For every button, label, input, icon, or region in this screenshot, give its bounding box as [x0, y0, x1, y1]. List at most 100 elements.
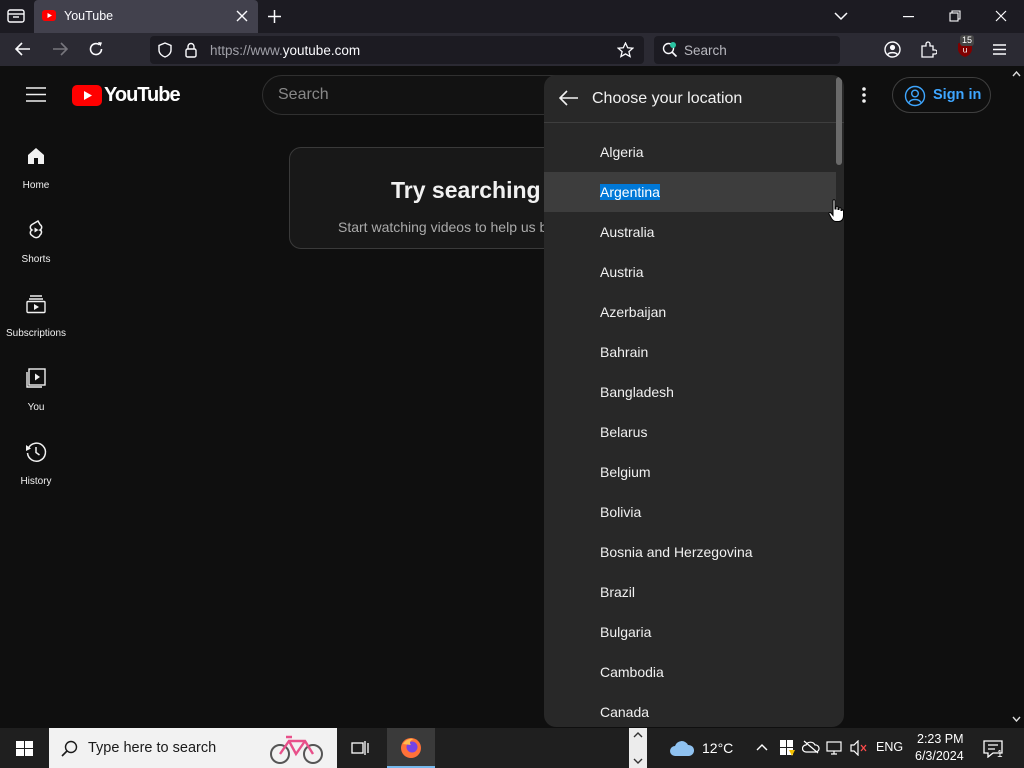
- weather-temperature[interactable]: 12°C: [702, 740, 733, 756]
- youtube-logo[interactable]: YouTube: [72, 84, 181, 108]
- more-options-icon[interactable]: [862, 86, 866, 104]
- notification-count: 1: [997, 749, 1003, 760]
- task-view-icon[interactable]: [351, 740, 369, 756]
- tab-youtube[interactable]: YouTube: [34, 0, 258, 33]
- taskbar-search-box[interactable]: Type here to search: [49, 728, 337, 768]
- user-circle-icon: [904, 85, 926, 107]
- menu-scrollbar-thumb[interactable]: [836, 77, 842, 165]
- sidebar-label-history: History: [20, 476, 52, 487]
- location-item-canada[interactable]: Canada: [544, 692, 836, 727]
- search-engine-icon: [662, 42, 678, 58]
- close-window-icon[interactable]: [995, 10, 1007, 22]
- list-tabs-chevron-icon[interactable]: [834, 11, 848, 21]
- taskbar-scroll-control[interactable]: [629, 728, 647, 768]
- home-icon: [24, 144, 48, 168]
- page-scrollbar[interactable]: [1008, 66, 1024, 728]
- location-item-austria[interactable]: Austria: [544, 252, 836, 292]
- location-item-bosnia-and-herzegovina[interactable]: Bosnia and Herzegovina: [544, 532, 836, 572]
- cloud-offline-icon[interactable]: [802, 740, 820, 754]
- reload-icon[interactable]: [88, 41, 104, 57]
- close-tab-icon[interactable]: [236, 10, 248, 22]
- selected-location-text: Argentina: [600, 184, 660, 200]
- sidebar-item-you[interactable]: You: [0, 366, 72, 440]
- location-item-bulgaria[interactable]: Bulgaria: [544, 612, 836, 652]
- language-indicator[interactable]: ENG: [876, 740, 903, 754]
- scroll-up-arrow-icon[interactable]: [1012, 71, 1021, 77]
- browser-tab-bar: YouTube: [0, 0, 1024, 33]
- taskbar-time[interactable]: 2:23 PM: [917, 732, 964, 746]
- sign-in-button[interactable]: Sign in: [892, 77, 991, 113]
- taskbar-date[interactable]: 6/3/2024: [915, 749, 964, 763]
- scroll-down-arrow-icon[interactable]: [1012, 716, 1021, 722]
- forward-arrow-icon[interactable]: [52, 42, 68, 56]
- volume-muted-icon[interactable]: [850, 740, 868, 756]
- firefox-icon: [399, 736, 423, 760]
- location-item-bangladesh[interactable]: Bangladesh: [544, 372, 836, 412]
- sidebar-item-history[interactable]: History: [0, 440, 72, 514]
- taskbar-search-placeholder: Type here to search: [88, 740, 217, 756]
- menu-header: Choose your location: [544, 75, 844, 123]
- app-menu-icon[interactable]: [992, 43, 1007, 56]
- subscriptions-icon: [24, 292, 48, 316]
- back-arrow-icon[interactable]: [15, 42, 31, 56]
- you-icon: [24, 366, 48, 390]
- back-arrow-icon[interactable]: [559, 90, 579, 106]
- url-scheme: https://www.: [210, 43, 283, 58]
- extensions-puzzle-icon[interactable]: [920, 41, 937, 58]
- location-item-australia[interactable]: Australia: [544, 212, 836, 252]
- browser-search-placeholder: Search: [684, 43, 727, 58]
- location-list: Algeria Argentina Australia Austria Azer…: [544, 132, 836, 727]
- hand-cursor-icon: [828, 199, 844, 223]
- windows-security-icon[interactable]: [779, 739, 795, 757]
- url-host: youtube.com: [282, 43, 361, 58]
- location-item-belgium[interactable]: Belgium: [544, 452, 836, 492]
- location-item-bolivia[interactable]: Bolivia: [544, 492, 836, 532]
- location-item-bahrain[interactable]: Bahrain: [544, 332, 836, 372]
- sign-in-label: Sign in: [933, 87, 982, 103]
- youtube-logo-text: YouTube: [104, 84, 181, 106]
- location-item-algeria[interactable]: Algeria: [544, 132, 836, 172]
- windows-start-icon[interactable]: [16, 741, 33, 756]
- browser-search-bar[interactable]: Search: [654, 36, 840, 64]
- sidebar-label-home: Home: [22, 180, 50, 191]
- location-item-azerbaijan[interactable]: Azerbaijan: [544, 292, 836, 332]
- url-bar[interactable]: https://www.youtube.com: [150, 36, 644, 64]
- youtube-page: YouTube Search Home Shorts Subscriptions…: [0, 66, 1008, 728]
- sidebar-label-shorts: Shorts: [21, 254, 51, 265]
- sidebar-item-subscriptions[interactable]: Subscriptions: [0, 292, 72, 366]
- tab-title: YouTube: [64, 9, 114, 23]
- history-icon: [24, 440, 48, 464]
- weather-cloud-icon[interactable]: [669, 738, 695, 758]
- network-icon[interactable]: [826, 740, 844, 756]
- location-item-cambodia[interactable]: Cambodia: [544, 652, 836, 692]
- minimize-icon[interactable]: [903, 16, 914, 18]
- bookmark-star-icon[interactable]: [617, 42, 634, 58]
- youtube-search-input[interactable]: Search: [262, 75, 562, 115]
- lock-icon[interactable]: [185, 42, 197, 58]
- account-icon[interactable]: [884, 41, 901, 58]
- sidebar-item-shorts[interactable]: Shorts: [0, 218, 72, 292]
- show-hidden-icons-chevron-icon[interactable]: [756, 743, 768, 751]
- taskbar-firefox-button[interactable]: [387, 728, 435, 768]
- location-item-belarus[interactable]: Belarus: [544, 412, 836, 452]
- location-item-brazil[interactable]: Brazil: [544, 572, 836, 612]
- sidebar-label-subscriptions: Subscriptions: [5, 328, 67, 339]
- new-tab-icon[interactable]: [267, 9, 282, 24]
- choose-location-menu: Choose your location Algeria Argentina A…: [544, 75, 844, 727]
- url-text: https://www.youtube.com: [210, 43, 360, 58]
- shorts-icon: [24, 218, 48, 242]
- guide-menu-icon[interactable]: [26, 87, 46, 102]
- location-item-argentina[interactable]: Argentina: [544, 172, 836, 212]
- tracking-shield-icon[interactable]: [158, 42, 172, 58]
- extension-badge: 15: [960, 35, 975, 46]
- sidebar-item-home[interactable]: Home: [0, 144, 72, 218]
- firefox-view-icon[interactable]: [7, 8, 25, 24]
- restore-icon[interactable]: [949, 10, 961, 22]
- windows-taskbar: Type here to search 12°C ENG 2:23 PM 6/3…: [0, 728, 1024, 768]
- sidebar-label-you: You: [27, 402, 45, 413]
- try-searching-subtitle: Start watching videos to help us build a…: [338, 219, 578, 235]
- youtube-logo-icon: [72, 85, 102, 106]
- search-icon: [61, 740, 78, 757]
- browser-nav-bar: https://www.youtube.com Search u 15: [0, 33, 1024, 66]
- svg-text:u: u: [962, 46, 967, 55]
